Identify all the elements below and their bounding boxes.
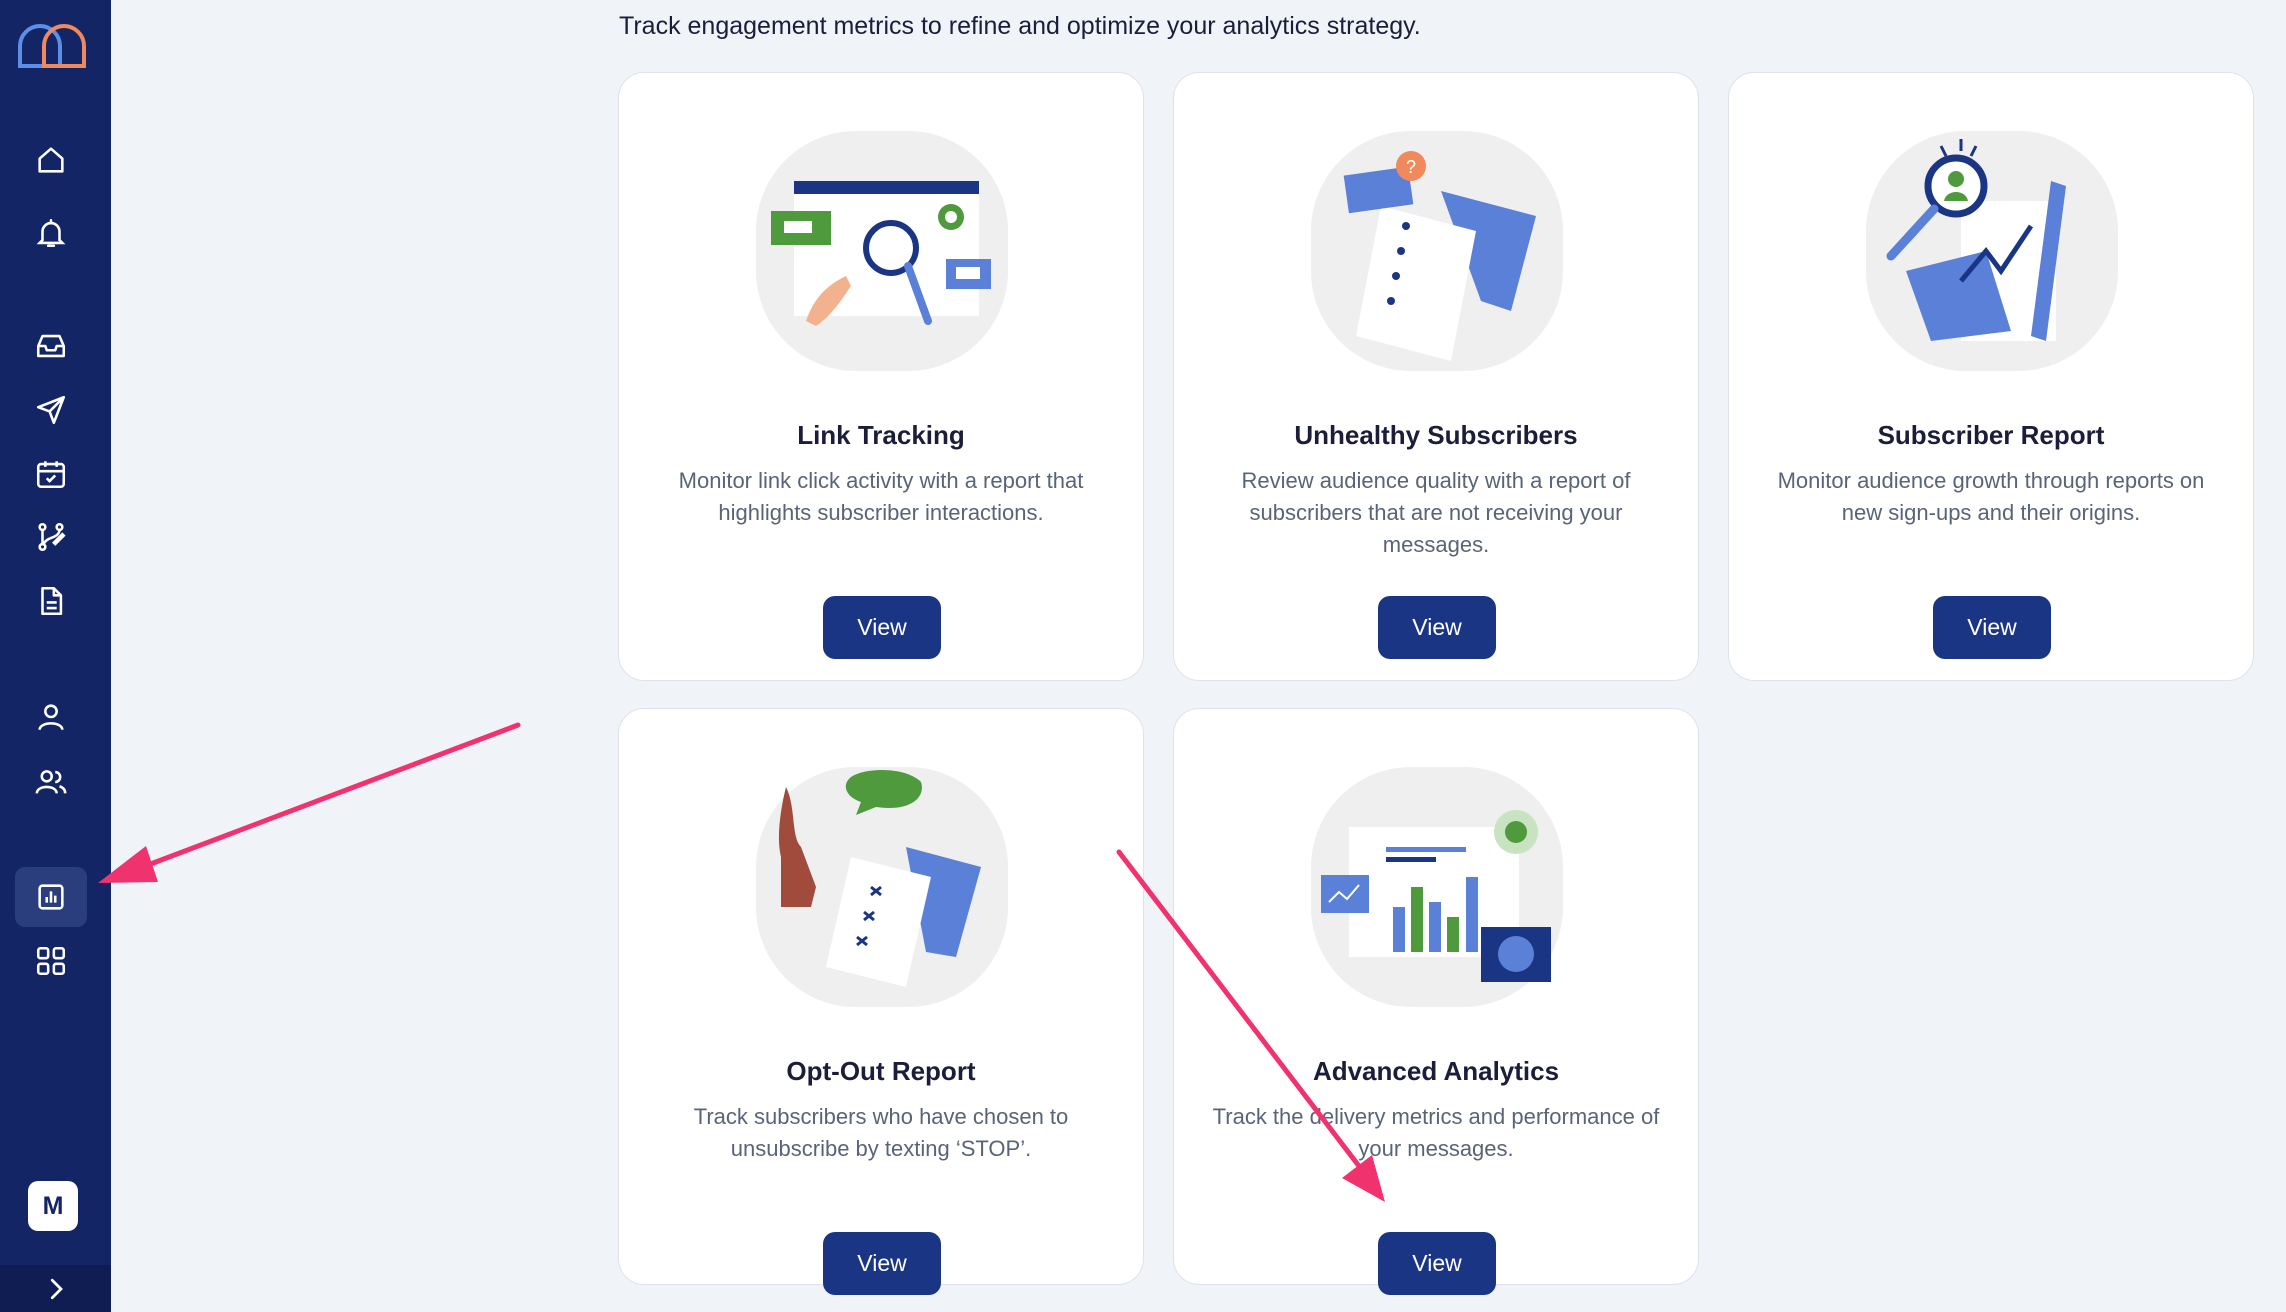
home-icon — [38, 147, 64, 173]
arrow-to-analytics-nav — [98, 722, 521, 883]
expand-sidebar-button[interactable] — [0, 1265, 111, 1312]
calendar-icon — [36, 461, 66, 489]
document-icon — [41, 586, 63, 616]
unhealthy-subscribers-illustration: ? — [1311, 131, 1563, 371]
avatar[interactable]: M — [28, 1181, 78, 1231]
card-description: Monitor link click activity with a repor… — [678, 468, 1084, 525]
apps-grid-icon — [36, 946, 66, 976]
card-title: Unhealthy Subscribers — [1294, 420, 1578, 450]
subscriber-report-illustration — [1866, 131, 2118, 371]
view-unhealthy-subscribers-button[interactable]: View — [1378, 596, 1496, 659]
report-card-unhealthy-subscribers: ? Unhealthy Subscribers Review audience … — [1173, 72, 1699, 681]
svg-text:?: ? — [1406, 157, 1416, 177]
report-card-subscriber-report: Subscriber Report Monitor audience growt… — [1728, 72, 2254, 681]
send-icon — [36, 395, 66, 425]
inbox-icon — [36, 334, 66, 358]
nav-home[interactable] — [15, 130, 87, 190]
view-advanced-analytics-button[interactable]: View — [1378, 1232, 1496, 1295]
app-logo[interactable] — [14, 14, 89, 74]
workflow-icon — [38, 522, 66, 552]
nav-documents[interactable] — [15, 571, 87, 631]
users-icon — [35, 770, 67, 794]
card-description: Track the delivery metrics and performan… — [1212, 1104, 1660, 1161]
report-card-opt-out-report: Opt-Out Report Track subscribers who hav… — [618, 708, 1144, 1295]
user-icon — [38, 704, 64, 731]
nav-apps[interactable] — [15, 931, 87, 991]
view-opt-out-report-button[interactable]: View — [823, 1232, 941, 1295]
nav-inbox[interactable] — [15, 316, 87, 376]
report-card-advanced-analytics: Advanced Analytics Track the delivery me… — [1173, 708, 1699, 1295]
nav-contact[interactable] — [15, 687, 87, 747]
nav-contacts[interactable] — [15, 752, 87, 812]
card-description: Review audience quality with a report of… — [1241, 468, 1631, 557]
nav-notifications[interactable] — [15, 203, 87, 263]
nav-calendar[interactable] — [15, 444, 87, 504]
page-description: Track engagement metrics to refine and o… — [619, 12, 1421, 40]
card-title: Subscriber Report — [1877, 420, 2105, 450]
card-description: Monitor audience growth through reports … — [1777, 468, 2205, 525]
nav-workflows[interactable] — [15, 507, 87, 567]
nav-analytics[interactable] — [15, 867, 87, 927]
report-card-link-tracking: Link Tracking Monitor link click activit… — [618, 72, 1144, 681]
bell-icon — [36, 218, 66, 248]
advanced-analytics-illustration — [1311, 767, 1563, 1007]
chevron-right-icon — [50, 1278, 63, 1299]
nav-send[interactable] — [15, 380, 87, 440]
sidebar: M — [0, 0, 111, 1312]
link-tracking-illustration — [756, 131, 1008, 371]
opt-out-report-illustration — [756, 767, 1008, 1007]
card-title: Advanced Analytics — [1312, 1056, 1560, 1086]
analytics-icon — [38, 884, 64, 910]
view-link-tracking-button[interactable]: View — [823, 596, 941, 659]
card-title: Link Tracking — [797, 420, 965, 450]
view-subscriber-report-button[interactable]: View — [1933, 596, 2051, 659]
card-description: Track subscribers who have chosen to uns… — [693, 1104, 1069, 1161]
card-title: Opt-Out Report — [786, 1056, 976, 1086]
